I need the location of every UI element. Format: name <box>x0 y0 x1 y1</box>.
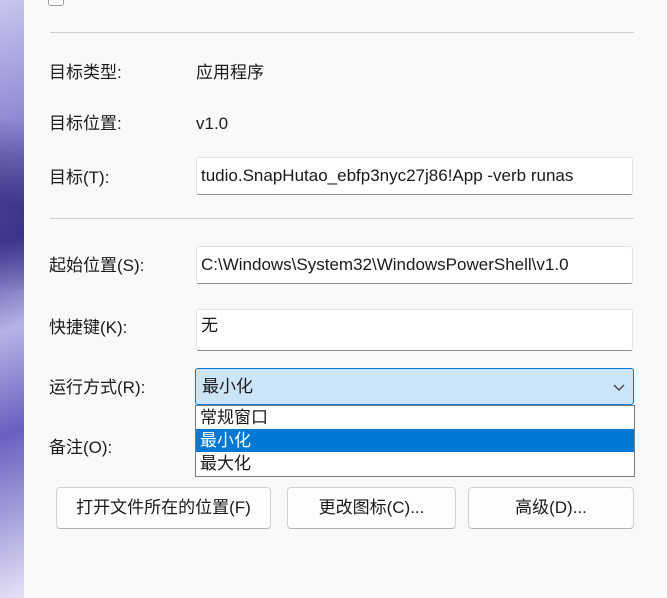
target-type-value: 应用程序 <box>196 63 264 82</box>
target-location-value: v1.0 <box>196 114 229 133</box>
target-type-label: 目标类型: <box>49 63 122 82</box>
run-dropdown-list: 常规窗口 最小化 最大化 <box>195 405 635 477</box>
run-select[interactable]: 最小化 <box>195 368 634 405</box>
dropdown-option-minimized[interactable]: 最小化 <box>196 429 634 452</box>
start-in-label: 起始位置(S): <box>49 256 145 275</box>
chevron-down-icon <box>613 384 625 391</box>
advanced-button[interactable]: 高级(D)... <box>468 487 634 529</box>
open-file-location-button[interactable]: 打开文件所在的位置(F) <box>56 487 271 529</box>
checkbox[interactable] <box>48 0 64 6</box>
start-in-field[interactable]: C:\Windows\System32\WindowsPowerShell\v1… <box>196 246 633 284</box>
shortcut-key-label: 快捷键(K): <box>49 318 128 337</box>
change-icon-button[interactable]: 更改图标(C)... <box>287 487 456 529</box>
comment-label: 备注(O): <box>49 438 113 457</box>
run-select-value: 最小化 <box>202 377 253 396</box>
target-label: 目标(T): <box>49 168 110 187</box>
dropdown-option-normal[interactable]: 常规窗口 <box>196 406 634 429</box>
target-field[interactable]: tudio.SnapHutao_ebfp3nyc27j86!App -verb … <box>196 157 633 195</box>
shortcut-key-field[interactable]: 无 <box>196 309 633 351</box>
separator <box>50 218 634 219</box>
dropdown-option-maximized[interactable]: 最大化 <box>196 452 634 475</box>
target-location-label: 目标位置: <box>49 114 122 133</box>
run-label: 运行方式(R): <box>49 378 146 397</box>
separator <box>50 32 634 33</box>
desktop-background <box>0 0 24 598</box>
shortcut-properties-dialog: 目标类型: 应用程序 目标位置: v1.0 目标(T): tudio.SnapH… <box>24 0 667 598</box>
